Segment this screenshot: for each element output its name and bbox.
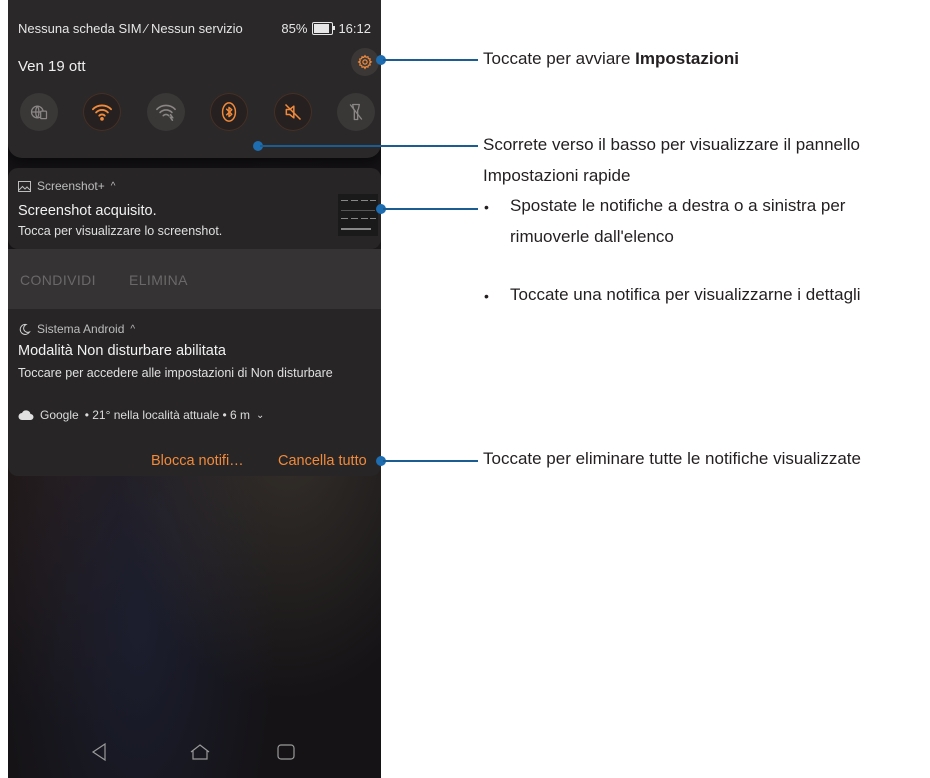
sound-off-icon <box>284 103 301 121</box>
delete-action[interactable]: ELIMINA <box>129 272 188 288</box>
wifi-icon <box>92 104 113 121</box>
block-notifications-button[interactable]: Blocca notifi… <box>151 453 244 469</box>
notification-screenshot[interactable]: Screenshot+ ^ Screenshot acquisito. Tocc… <box>8 168 381 249</box>
callout-notif-bullet1-line1: Spostate le notifiche a destra o a sinis… <box>510 196 846 215</box>
callout-settings-text: Toccate per avviare <box>483 49 636 68</box>
moon-icon <box>19 323 31 335</box>
status-right: 85% 16:12 <box>281 21 371 36</box>
globe-sim-icon <box>30 105 48 120</box>
callout-line-notifications <box>383 208 478 210</box>
weather-notification[interactable]: Google • 21° nella località attuale • 6 … <box>18 408 264 422</box>
battery-icon <box>312 22 336 35</box>
callout-line-settings <box>383 59 478 61</box>
cloud-icon <box>18 410 34 420</box>
recent-apps-icon[interactable] <box>276 742 296 762</box>
notification-title: Screenshot acquisito. <box>18 203 157 219</box>
callout-notif-bullet1-line2: rimuoverle dall'elenco <box>510 227 674 246</box>
chevron-down-icon: ⌄ <box>256 409 265 421</box>
tile-wifi-calling[interactable] <box>146 93 185 131</box>
tile-mobile-data[interactable] <box>20 93 58 131</box>
phone-screen: Nessuna scheda SIM ⁄ Nessun servizio 85%… <box>8 0 381 778</box>
quick-settings-panel[interactable]: Nessuna scheda SIM ⁄ Nessun servizio 85%… <box>8 0 381 158</box>
flashlight-off-icon <box>349 103 363 121</box>
quick-tiles-row <box>20 93 375 131</box>
bullet-2: • <box>484 288 489 304</box>
bullet-1: • <box>484 199 489 215</box>
image-icon <box>18 180 31 192</box>
notification-app-line: Sistema Android ^ <box>18 322 135 336</box>
tile-sound[interactable] <box>273 93 312 131</box>
carrier-text: Nessuna scheda SIM ⁄ Nessun servizio <box>18 21 243 36</box>
notification-app-name: Screenshot+ <box>37 179 105 193</box>
callout-notif-bullet2: Toccate una notifica per visualizzarne i… <box>510 285 861 304</box>
callout-quick-settings-line1: Scorrete verso il basso per visualizzare… <box>483 135 861 154</box>
home-icon[interactable] <box>189 742 211 762</box>
callout-settings-bold: Impostazioni <box>635 49 740 68</box>
callout-clear-all: Toccate per eliminare tutte le notifiche… <box>483 449 861 468</box>
gear-icon <box>357 54 373 70</box>
notification-title: Modalità Non disturbare abilitata <box>18 343 226 359</box>
share-action[interactable]: CONDIVIDI <box>20 272 96 288</box>
tile-bluetooth[interactable] <box>210 93 249 131</box>
notification-text: Tocca per visualizzare lo screenshot. <box>18 224 223 238</box>
tile-wifi[interactable] <box>83 93 122 131</box>
notification-app-line: Screenshot+ ^ <box>18 179 115 193</box>
clear-all-button[interactable]: Cancella tutto <box>278 453 367 469</box>
chevron-up-icon: ^ <box>110 180 116 192</box>
notification-text: Toccare per accedere alle impostazioni d… <box>18 366 333 380</box>
callout-settings: Toccate per avviare Impostazioni <box>483 49 739 69</box>
weather-text: • 21° nella località attuale • 6 m <box>84 408 250 422</box>
notification-dnd[interactable]: Sistema Android ^ Modalità Non disturbar… <box>8 309 381 476</box>
battery-percent: 85% <box>281 21 308 36</box>
wifi-calling-icon <box>155 104 176 121</box>
callout-quick-settings-line2: Impostazioni rapide <box>483 166 631 185</box>
settings-button[interactable] <box>351 48 379 76</box>
navigation-bar <box>8 728 381 778</box>
chevron-up-icon: ^ <box>130 323 136 335</box>
clock: 16:12 <box>338 21 371 36</box>
weather-app-name: Google <box>40 408 79 422</box>
date-text: Ven 19 ott <box>18 58 86 75</box>
callout-line-quick-settings <box>260 145 478 147</box>
callout-line-clear-all <box>383 460 478 462</box>
notification-app-name: Sistema Android <box>37 322 125 336</box>
screenshot-thumbnail[interactable] <box>338 194 378 236</box>
back-icon[interactable] <box>90 742 108 762</box>
bluetooth-icon <box>222 102 237 122</box>
tile-flashlight[interactable] <box>336 93 375 131</box>
